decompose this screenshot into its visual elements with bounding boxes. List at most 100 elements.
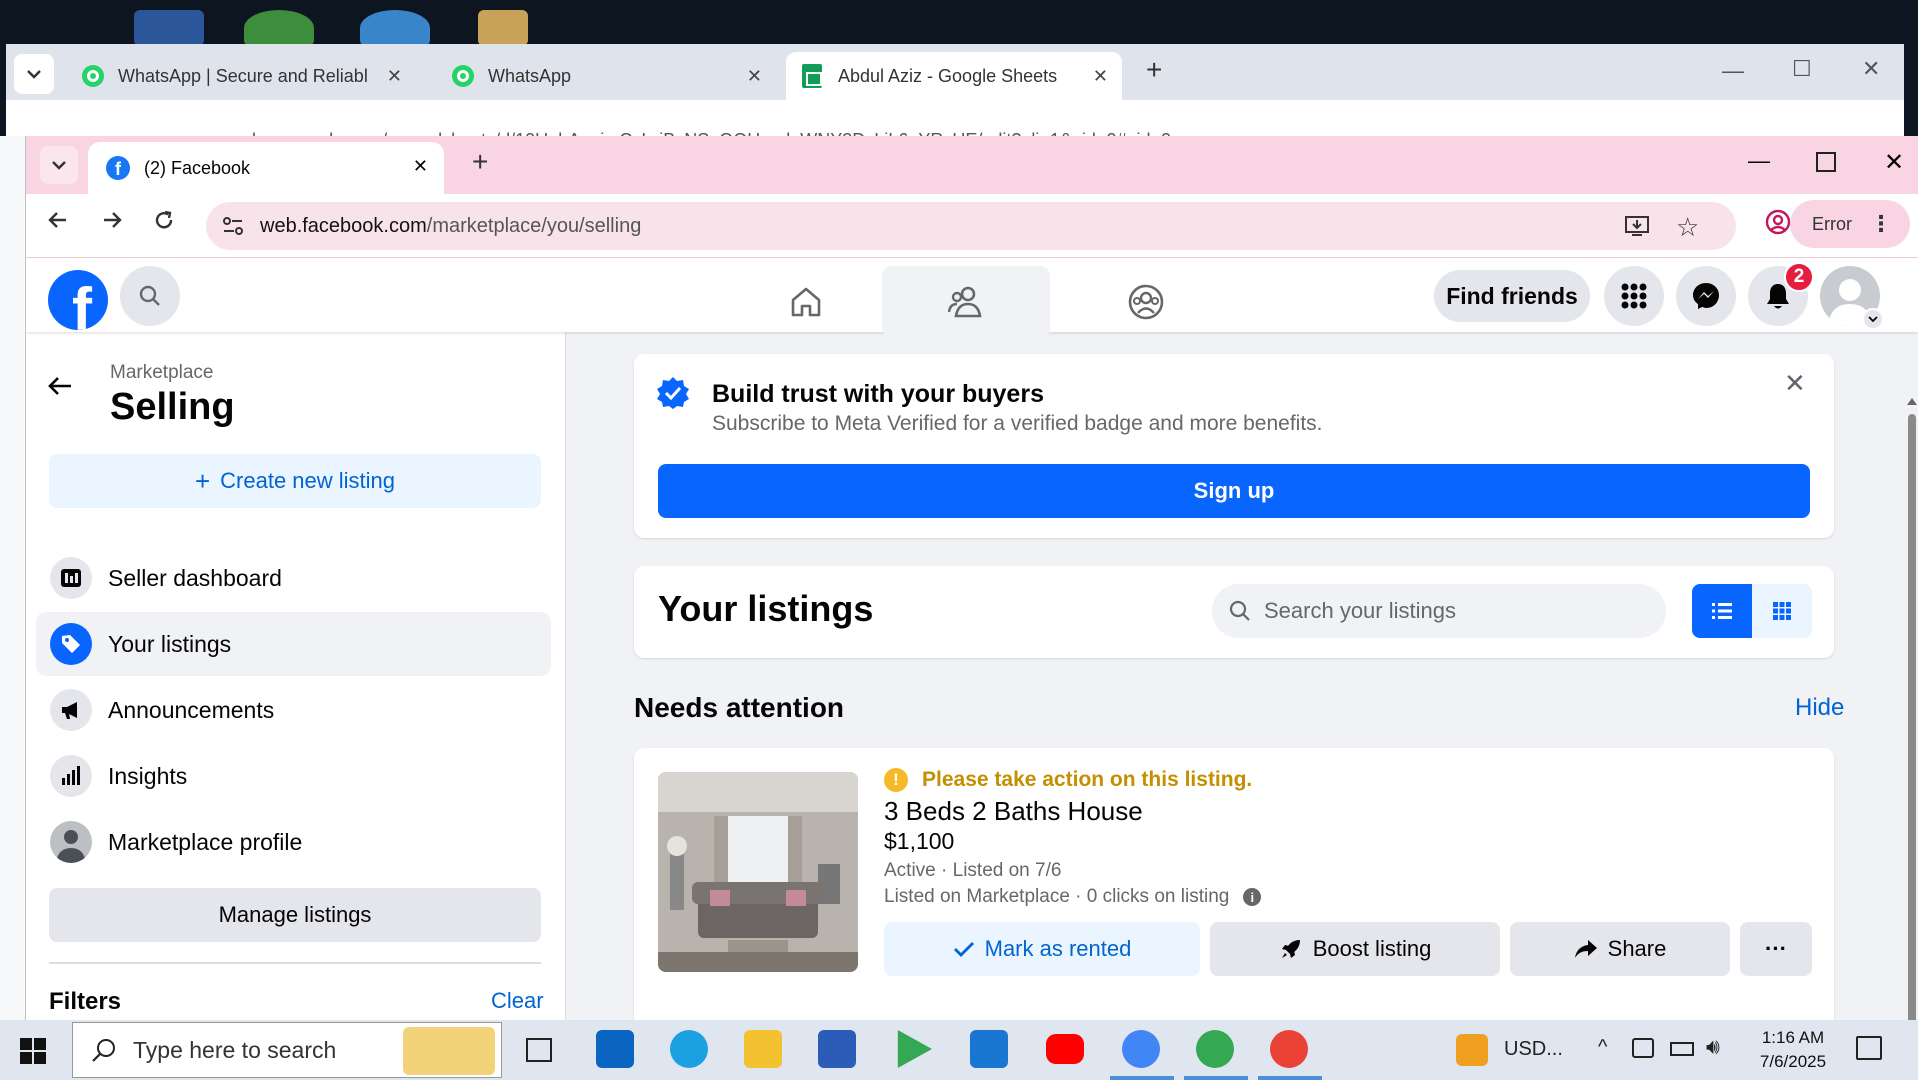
facebook-favicon-icon: f <box>106 156 130 180</box>
search-listings-input[interactable]: Search your listings <box>1212 584 1666 638</box>
windows-start-icon[interactable] <box>20 1038 46 1064</box>
attention-warning: ! Please take action on this listing. <box>884 768 1252 792</box>
listing-card[interactable]: ! Please take action on this listing. 3 … <box>634 748 1834 1020</box>
currency-widget-label[interactable]: USD... <box>1504 1038 1563 1061</box>
sidebar-item-your-listings[interactable]: Your listings <box>36 612 551 676</box>
facebook-logo[interactable]: f <box>48 270 108 330</box>
sign-up-button[interactable]: Sign up <box>658 464 1810 518</box>
minimize-icon[interactable]: — <box>1748 148 1770 174</box>
desktop-word-icon[interactable] <box>134 10 204 46</box>
close-icon[interactable]: ✕ <box>1093 66 1108 87</box>
reload-icon[interactable] <box>152 208 176 239</box>
chrome-profile-icon[interactable] <box>1196 1030 1234 1068</box>
new-tab-button[interactable]: + <box>1146 54 1162 86</box>
notification-center-icon[interactable] <box>1856 1036 1882 1060</box>
bg-maximize-icon[interactable]: ☐ <box>1792 56 1812 82</box>
scroll-thumb[interactable] <box>1908 414 1916 1020</box>
clear-filters-link[interactable]: Clear <box>491 988 544 1014</box>
bg-tab-google-sheets[interactable]: Abdul Aziz - Google Sheets ✕ <box>786 52 1122 100</box>
close-window-icon[interactable]: ✕ <box>1884 148 1904 177</box>
scrollbar[interactable] <box>1906 398 1918 1020</box>
currency-widget-icon[interactable] <box>1456 1034 1488 1066</box>
manage-listings-button[interactable]: Manage listings <box>49 888 541 942</box>
desktop-folder-icon[interactable] <box>478 10 528 46</box>
groups-icon <box>1128 284 1164 320</box>
listing-thumbnail[interactable] <box>658 772 858 972</box>
tab-search-button[interactable] <box>40 146 78 184</box>
media-player-icon[interactable] <box>970 1030 1008 1068</box>
bg-close-icon[interactable]: ✕ <box>1862 56 1880 82</box>
back-icon[interactable] <box>46 208 70 239</box>
nav-groups[interactable] <box>1062 266 1230 338</box>
clock-date: 7/6/2025 <box>1759 1052 1827 1071</box>
chrome-pink-profile-icon[interactable] <box>1270 1030 1308 1068</box>
grid-icon <box>1773 602 1791 620</box>
install-app-icon[interactable] <box>1624 214 1650 244</box>
breadcrumb[interactable]: Marketplace <box>110 362 214 384</box>
verified-badge-icon <box>656 376 690 415</box>
back-arrow-icon[interactable] <box>46 374 74 403</box>
search-icon <box>1229 600 1250 621</box>
menu-button[interactable] <box>1604 266 1664 326</box>
battery-icon[interactable] <box>1670 1042 1694 1056</box>
error-menu-button[interactable]: Error ⋮ <box>1790 200 1910 248</box>
youtube-icon[interactable] <box>1046 1034 1084 1064</box>
list-view-button[interactable] <box>1692 584 1752 638</box>
close-icon[interactable]: ✕ <box>747 66 762 87</box>
sidebar-item-marketplace-profile[interactable]: Marketplace profile <box>36 810 551 874</box>
outlook-icon[interactable] <box>596 1030 634 1068</box>
info-icon[interactable]: i <box>1243 888 1262 906</box>
close-icon[interactable]: ✕ <box>413 156 428 177</box>
close-promo-icon[interactable]: ✕ <box>1784 368 1806 399</box>
forward-icon[interactable] <box>100 208 124 239</box>
microsoft-store-icon[interactable] <box>818 1030 856 1068</box>
tab-facebook[interactable]: f (2) Facebook ✕ <box>88 142 444 194</box>
sidebar-item-announcements[interactable]: Announcements <box>36 678 551 742</box>
create-new-listing-button[interactable]: + Create new listing <box>49 454 541 508</box>
file-explorer-icon[interactable] <box>744 1030 782 1068</box>
sidebar-item-seller-dashboard[interactable]: Seller dashboard <box>36 546 551 610</box>
bg-tab-whatsapp[interactable]: WhatsApp ✕ <box>436 52 776 100</box>
desktop-network-icon[interactable] <box>360 10 430 46</box>
hide-link[interactable]: Hide <box>1795 694 1844 722</box>
site-info-icon[interactable] <box>222 216 244 242</box>
desktop-globe-icon[interactable] <box>244 10 314 46</box>
bg-minimize-icon[interactable]: — <box>1722 58 1744 84</box>
sheets-icon <box>802 64 822 88</box>
show-hidden-icons-icon[interactable]: ^ <box>1598 1036 1607 1059</box>
close-icon[interactable]: ✕ <box>387 66 402 87</box>
mark-as-rented-button[interactable]: Mark as rented <box>884 922 1200 976</box>
volume-icon[interactable]: 🔊︎ <box>1706 1034 1720 1060</box>
boost-listing-button[interactable]: Boost listing <box>1210 922 1500 976</box>
nav-friends[interactable] <box>882 266 1050 338</box>
maximize-icon[interactable] <box>1816 152 1836 172</box>
spreadsheet-edge <box>0 136 26 1036</box>
listing-meta-text: Listed on Marketplace · 0 clicks on list… <box>884 886 1230 907</box>
bookmark-star-icon[interactable]: ☆ <box>1676 212 1699 243</box>
network-icon[interactable] <box>1632 1038 1654 1058</box>
taskbar-search-input[interactable]: Type here to search <box>72 1022 502 1078</box>
grid-view-button[interactable] <box>1752 584 1812 638</box>
profile-icon[interactable] <box>1764 208 1792 243</box>
url-field[interactable]: web.facebook.com/marketplace/you/selling… <box>206 202 1736 250</box>
scroll-up-icon[interactable] <box>1907 398 1917 405</box>
search-button[interactable] <box>120 266 180 326</box>
listing-meta: Listed on Marketplace · 0 clicks on list… <box>884 886 1262 908</box>
google-play-icon[interactable] <box>897 1030 932 1068</box>
tab-search-button[interactable] <box>14 54 54 94</box>
share-button[interactable]: Share <box>1510 922 1730 976</box>
chrome-icon[interactable] <box>1122 1030 1160 1068</box>
task-view-icon[interactable] <box>526 1038 552 1062</box>
edge-icon[interactable] <box>670 1030 708 1068</box>
find-friends-button[interactable]: Find friends <box>1434 270 1590 322</box>
messenger-button[interactable] <box>1676 266 1736 326</box>
sidebar-item-insights[interactable]: Insights <box>36 744 551 808</box>
bg-tab-whatsapp-secure[interactable]: WhatsApp | Secure and Reliable ✕ <box>66 52 416 100</box>
more-options-button[interactable]: ··· <box>1740 922 1812 976</box>
account-chevron-icon[interactable] <box>1862 308 1884 330</box>
needs-attention-heading: Needs attention <box>634 692 845 723</box>
nav-home[interactable] <box>722 266 890 338</box>
system-clock[interactable]: 1:16 AM 7/6/2025 <box>1738 1026 1848 1074</box>
listing-title[interactable]: 3 Beds 2 Baths House <box>884 796 1143 827</box>
new-tab-button[interactable]: + <box>472 146 488 178</box>
